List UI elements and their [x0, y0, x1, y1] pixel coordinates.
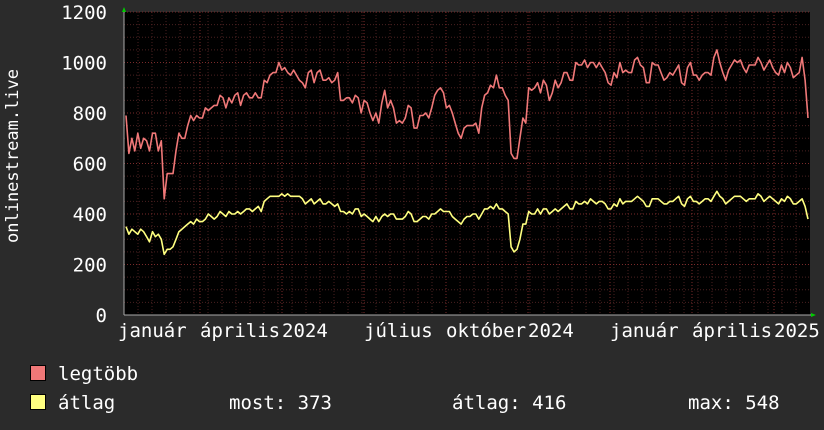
x-tick-label: 2025	[774, 320, 820, 342]
y-tick-label: 400	[73, 204, 107, 226]
y-axis-arrow	[122, 7, 126, 12]
stat-average: átlag: 416	[452, 392, 567, 414]
y-tick-label: 600	[73, 154, 107, 176]
legend-swatch-max	[30, 365, 46, 381]
legend-label-avg: átlag	[58, 392, 116, 414]
chart: 020040060080010001200 január április 2024 j…	[61, 2, 820, 342]
x-tick-labels: január április 2024 július október 2024 január…	[118, 320, 820, 342]
y-tick-label: 1200	[61, 2, 107, 24]
y-tick-label: 800	[73, 103, 107, 125]
x-tick-label: 2024	[528, 320, 574, 342]
x-tick-label: 2024	[282, 320, 328, 342]
y-tick-label: 1000	[61, 53, 107, 75]
stat-max: max: 548	[688, 392, 780, 414]
y-tick-labels: 0 200 400 600 800 1000 1200	[61, 2, 107, 327]
x-tick-label: január	[118, 320, 187, 342]
stat-current: most: 373	[229, 392, 332, 414]
x-tick-label: július	[364, 320, 433, 342]
y-tick-label: 0	[96, 305, 107, 327]
legend-label-max: legtöbb	[58, 363, 139, 385]
x-tick-label: január	[610, 320, 679, 342]
x-tick-label: október	[446, 320, 526, 342]
legend-item-avg: átlag	[30, 391, 115, 415]
legend-item-max: legtöbb	[30, 362, 138, 386]
x-tick-label: április	[200, 320, 280, 342]
y-axis-label: onlinestream.live	[3, 69, 23, 243]
x-tick-label: április	[692, 320, 772, 342]
x-axis-arrow	[811, 313, 816, 317]
legend-swatch-avg	[30, 394, 46, 410]
y-tick-label: 200	[73, 255, 107, 277]
